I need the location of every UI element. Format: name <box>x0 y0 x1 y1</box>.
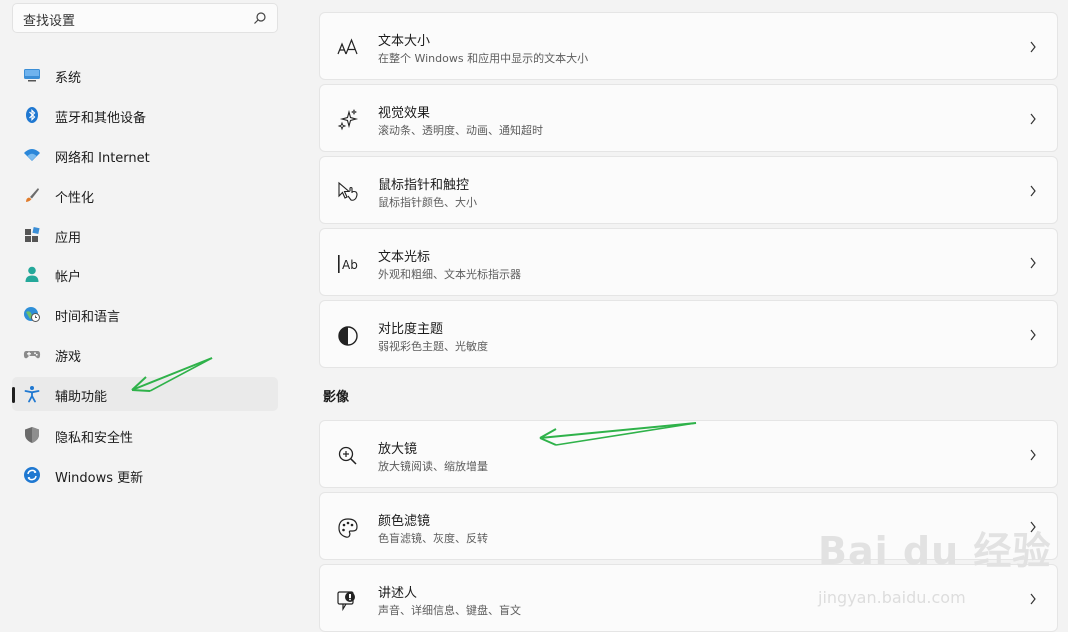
card-description: 放大镜阅读、缩放增量 <box>378 460 488 473</box>
card-title: 颜色滤镜 <box>378 514 431 529</box>
sidebar-item-time-language[interactable]: 时间和语言 <box>12 297 278 331</box>
sidebar-item-personalization[interactable]: 个性化 <box>12 178 278 212</box>
contrast-icon <box>338 326 358 346</box>
pointer-icon <box>338 181 358 201</box>
search-icon[interactable] <box>253 11 267 25</box>
apps-icon <box>25 226 40 242</box>
globe-clock-icon <box>24 307 40 322</box>
card-title: 视觉效果 <box>378 106 431 121</box>
wifi-icon <box>24 149 40 161</box>
card-title: 文本大小 <box>378 34 431 49</box>
section-header-vision: 影像 <box>323 390 350 405</box>
setting-card-text-size[interactable]: 文本大小 在整个 Windows 和应用中显示的文本大小 <box>319 12 1058 80</box>
sidebar-item-windows-update[interactable]: Windows 更新 <box>12 458 278 492</box>
shield-icon <box>25 427 39 443</box>
card-description: 滚动条、透明度、动画、通知超时 <box>378 124 543 137</box>
chevron-right-icon <box>1030 449 1036 461</box>
card-title: 鼠标指针和触控 <box>378 178 470 193</box>
sidebar-item-label: 游戏 <box>55 350 82 365</box>
card-description: 在整个 Windows 和应用中显示的文本大小 <box>378 52 589 65</box>
sidebar-item-label: 个性化 <box>55 191 95 206</box>
brush-icon <box>26 188 39 202</box>
setting-card-magnifier[interactable]: 放大镜 放大镜阅读、缩放增量 <box>319 420 1058 488</box>
sidebar-item-accessibility[interactable]: 辅助功能 <box>12 377 278 411</box>
card-title: 讲述人 <box>378 586 418 601</box>
settings-window: 查找设置 系统 蓝牙和其他设备 网络和 Internet 个性化 应用 帐户 时… <box>0 0 1068 632</box>
card-description: 外观和粗细、文本光标指示器 <box>378 268 521 281</box>
sidebar-item-label: 网络和 Internet <box>55 151 150 166</box>
sidebar-item-label: 系统 <box>55 71 82 86</box>
sidebar-item-label: Windows 更新 <box>55 471 144 486</box>
magnifier-icon <box>338 446 357 465</box>
sidebar-item-privacy-security[interactable]: 隐私和安全性 <box>12 418 278 452</box>
card-title: 放大镜 <box>378 442 418 457</box>
selection-indicator <box>12 387 15 403</box>
sidebar-item-bluetooth[interactable]: 蓝牙和其他设备 <box>12 98 278 132</box>
sidebar-item-label: 帐户 <box>55 270 82 285</box>
search-box[interactable]: 查找设置 <box>12 3 278 33</box>
chevron-right-icon <box>1030 593 1036 605</box>
chevron-right-icon <box>1030 257 1036 269</box>
update-icon <box>24 467 40 483</box>
bluetooth-icon <box>26 107 38 123</box>
chevron-right-icon <box>1030 185 1036 197</box>
setting-card-mouse-pointer[interactable]: 鼠标指针和触控 鼠标指针颜色、大小 <box>319 156 1058 224</box>
sidebar-item-apps[interactable]: 应用 <box>12 218 278 252</box>
watermark-url: jingyan.baidu.com <box>818 588 966 607</box>
sidebar-item-label: 隐私和安全性 <box>55 431 134 446</box>
setting-card-visual-effects[interactable]: 视觉效果 滚动条、透明度、动画、通知超时 <box>319 84 1058 152</box>
account-icon <box>25 266 39 282</box>
setting-card-text-cursor[interactable]: Ab 文本光标 外观和粗细、文本光标指示器 <box>319 228 1058 296</box>
card-description: 色盲滤镜、灰度、反转 <box>378 532 488 545</box>
text-size-icon <box>337 38 358 55</box>
accessibility-icon <box>24 386 40 403</box>
chevron-right-icon <box>1030 41 1036 53</box>
card-title: 对比度主题 <box>378 322 444 337</box>
chevron-right-icon <box>1030 113 1036 125</box>
card-description: 鼠标指针颜色、大小 <box>378 196 477 209</box>
card-description: 弱视彩色主题、光敏度 <box>378 340 488 353</box>
sidebar: 查找设置 系统 蓝牙和其他设备 网络和 Internet 个性化 应用 帐户 时… <box>0 0 290 632</box>
gamepad-icon <box>23 351 41 359</box>
sidebar-item-label: 蓝牙和其他设备 <box>55 111 147 126</box>
setting-card-contrast-themes[interactable]: 对比度主题 弱视彩色主题、光敏度 <box>319 300 1058 368</box>
search-input[interactable]: 查找设置 <box>23 10 75 29</box>
palette-icon <box>338 518 358 538</box>
card-description: 声音、详细信息、键盘、盲文 <box>378 604 521 617</box>
sidebar-item-label: 应用 <box>55 231 82 246</box>
sidebar-item-network[interactable]: 网络和 Internet <box>12 138 278 172</box>
svg-text:Ab: Ab <box>342 258 358 272</box>
chevron-right-icon <box>1030 329 1036 341</box>
monitor-icon <box>24 69 40 82</box>
sparkle-icon <box>337 109 359 131</box>
narrator-icon <box>337 591 355 611</box>
text-cursor-icon: Ab <box>338 255 358 273</box>
sidebar-item-gaming[interactable]: 游戏 <box>12 337 278 371</box>
sidebar-item-label: 时间和语言 <box>55 310 121 325</box>
sidebar-item-accounts[interactable]: 帐户 <box>12 257 278 291</box>
sidebar-item-system[interactable]: 系统 <box>12 58 278 92</box>
watermark-logo: Bai du 经验 <box>818 529 1052 573</box>
card-title: 文本光标 <box>378 250 431 265</box>
sidebar-item-label: 辅助功能 <box>55 390 108 405</box>
